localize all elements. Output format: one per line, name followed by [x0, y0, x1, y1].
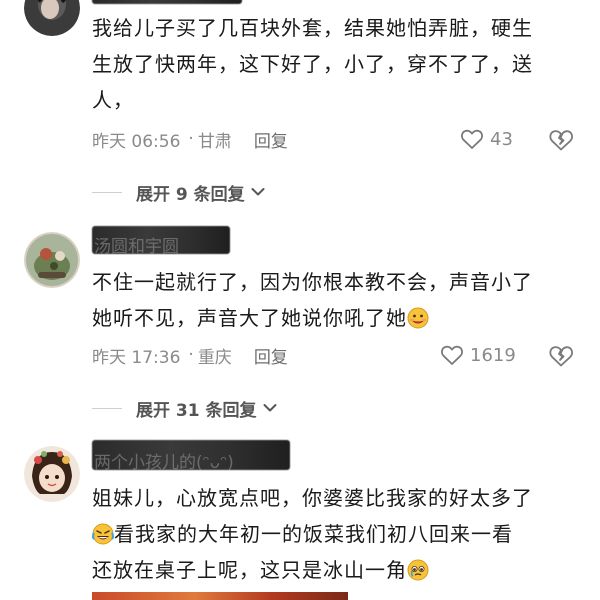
comment-meta: 昨天 06:56 · 甘肃 回复 — [92, 124, 288, 154]
broken-heart-icon — [548, 344, 574, 372]
comment-text: 姐妹儿，心放宽点吧，你婆婆比我家的好太多了 看我家的大年初一的饭菜我们初八回来一… — [92, 486, 533, 582]
expand-replies-button[interactable]: 展开 9 条回复 — [92, 177, 265, 207]
reply-button[interactable]: 回复 — [254, 343, 288, 368]
comment-location: 甘肃 — [197, 131, 232, 152]
username-redacted[interactable] — [92, 0, 242, 4]
laughing-crying-emoji — [92, 523, 114, 545]
like-count: 1619 — [470, 344, 516, 366]
expand-replies-label: 展开 9 条回复 — [136, 184, 245, 205]
reply-button[interactable]: 回复 — [254, 127, 288, 152]
hot-face-emoji — [407, 307, 429, 329]
heart-outline-icon — [460, 128, 484, 150]
like-button[interactable]: 43 — [460, 124, 513, 154]
chevron-down-icon — [251, 187, 265, 197]
heart-outline-icon — [440, 344, 464, 366]
username[interactable]: 两个小孩儿的(ᵔᴗᵔ) — [94, 448, 234, 473]
comment-location: 重庆 — [197, 347, 232, 368]
comment-text: 我给儿子买了几百块外套，结果她怕弄脏，硬生 生放了快两年，这下好了，小了，穿不了… — [92, 16, 533, 112]
like-button[interactable]: 1619 — [440, 340, 516, 370]
attached-image[interactable] — [92, 592, 348, 600]
chevron-down-icon — [263, 403, 277, 413]
pleading-face-emoji — [407, 559, 429, 581]
username[interactable]: 汤圆和宇圆 — [94, 232, 179, 257]
divider-line — [92, 191, 122, 193]
expand-replies-label: 展开 31 条回复 — [136, 400, 257, 421]
avatar[interactable] — [24, 446, 80, 502]
comment-time: 昨天 17:36 — [92, 347, 181, 368]
dislike-button[interactable] — [548, 344, 574, 372]
like-count: 43 — [490, 128, 513, 150]
comment-text: 不住一起就行了，因为你根本教不会，声音小了 她听不见，声音大了她说你吼了她 — [92, 270, 533, 330]
avatar[interactable] — [24, 0, 80, 36]
avatar[interactable] — [24, 232, 80, 288]
expand-replies-button[interactable]: 展开 31 条回复 — [92, 393, 277, 423]
comment-thread: 我给儿子买了几百块外套，结果她怕弄脏，硬生 生放了快两年，这下好了，小了，穿不了… — [0, 0, 600, 600]
comment-meta: 昨天 17:36 · 重庆 回复 — [92, 340, 288, 370]
broken-heart-icon — [548, 128, 574, 156]
comment-time: 昨天 06:56 — [92, 131, 181, 152]
divider-line — [92, 407, 122, 409]
dislike-button[interactable] — [548, 128, 574, 156]
